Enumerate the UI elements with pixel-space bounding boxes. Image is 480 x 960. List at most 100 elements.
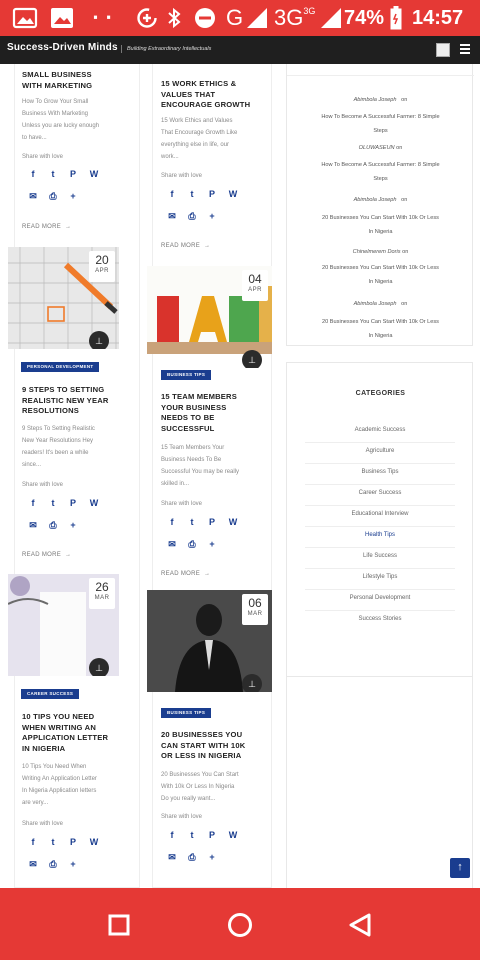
battery-percent: 74% — [344, 6, 385, 29]
email-icon[interactable]: ✉ — [165, 850, 179, 864]
post-image[interactable]: 06 MAR ⊥ — [147, 590, 272, 692]
pinterest-icon[interactable]: P — [205, 515, 219, 529]
comment-post-link[interactable]: How To Become A Successful Farmer: 8 Sim… — [287, 110, 474, 138]
category-badge[interactable]: BUSINESS TIPS — [161, 708, 212, 718]
print-icon[interactable]: ⎙ — [185, 537, 199, 551]
post-image[interactable]: 20 APR ⊥ — [8, 247, 119, 349]
share-icon[interactable]: + — [66, 189, 80, 203]
email-icon[interactable]: ✉ — [165, 209, 179, 223]
facebook-icon[interactable]: f — [165, 828, 179, 842]
post-date: 04 APR — [242, 270, 268, 301]
pin-icon[interactable]: ⊥ — [242, 350, 262, 368]
email-icon[interactable]: ✉ — [26, 189, 40, 203]
email-icon[interactable]: ✉ — [165, 537, 179, 551]
comment-post-link[interactable]: How To Become A Successful Farmer: 8 Sim… — [287, 158, 474, 186]
twitter-icon[interactable]: t — [46, 835, 60, 849]
share-icon[interactable]: + — [205, 537, 219, 551]
email-icon[interactable]: ✉ — [26, 857, 40, 871]
category-link[interactable]: Academic Success — [305, 422, 455, 443]
share-icon[interactable]: + — [205, 850, 219, 864]
twitter-icon[interactable]: t — [185, 187, 199, 201]
post-image[interactable]: 04 APR ⊥ — [147, 266, 272, 368]
image-icon[interactable] — [436, 43, 450, 57]
read-more-link[interactable]: READ MORE → — [161, 243, 210, 249]
category-link[interactable]: Agriculture — [305, 443, 455, 464]
post-image[interactable]: 26 MAR ⊥ — [8, 574, 119, 676]
clock: 14:57 — [412, 6, 464, 29]
comment-item: Abimbola Joseph on — [353, 97, 408, 103]
post-title[interactable]: 20 BUSINESSES YOU CAN START WITH 10K OR LE… — [161, 730, 272, 762]
site-title[interactable]: Success-Driven Minds — [7, 42, 118, 53]
share-icon[interactable]: + — [66, 857, 80, 871]
email-icon[interactable]: ✉ — [26, 518, 40, 532]
category-link-active[interactable]: Health Tips — [305, 527, 455, 548]
comment-post-link[interactable]: 20 Businesses You Can Start With 10k Or … — [287, 315, 474, 343]
pinterest-icon[interactable]: P — [205, 828, 219, 842]
print-icon[interactable]: ⎙ — [46, 518, 60, 532]
share-icon[interactable]: + — [205, 209, 219, 223]
facebook-icon[interactable]: f — [26, 167, 40, 181]
facebook-icon[interactable]: f — [165, 515, 179, 529]
print-icon[interactable]: ⎙ — [185, 209, 199, 223]
twitter-icon[interactable]: t — [46, 496, 60, 510]
comment-post-link[interactable]: 20 Businesses You Can Start With 10k Or … — [287, 211, 474, 239]
twitter-icon[interactable]: t — [185, 515, 199, 529]
category-link[interactable]: Life Success — [305, 548, 455, 569]
twitter-icon[interactable]: t — [46, 167, 60, 181]
pin-icon[interactable]: ⊥ — [89, 331, 109, 349]
whatsapp-icon[interactable]: W — [87, 835, 101, 849]
print-icon[interactable]: ⎙ — [185, 850, 199, 864]
post-title[interactable]: 10 TIPS YOU NEED WHEN WRITING AN APPLICATI… — [22, 712, 133, 754]
post-title[interactable]: 9 STEPS TO SETTING REALISTIC NEW YEAR RESO… — [22, 385, 133, 417]
category-link[interactable]: Success Stories — [305, 611, 455, 632]
category-badge[interactable]: BUSINESS TIPS — [161, 370, 212, 380]
print-icon[interactable]: ⎙ — [46, 857, 60, 871]
site-header: Success-Driven Minds Building Extraordin… — [0, 36, 480, 64]
comment-author[interactable]: Abimbola Joseph — [354, 97, 397, 103]
share-icon[interactable]: + — [66, 518, 80, 532]
post-title[interactable]: SMALL BUSINESS WITH MARKETING — [22, 70, 133, 91]
category-badge[interactable]: PERSONAL DEVELOPMENT — [21, 362, 100, 372]
pin-icon[interactable]: ⊥ — [89, 658, 109, 676]
comment-author[interactable]: Chinelmerem Doris — [353, 249, 401, 255]
menu-icon[interactable] — [460, 44, 470, 54]
read-more-link[interactable]: READ MORE → — [22, 224, 71, 230]
print-icon[interactable]: ⎙ — [46, 189, 60, 203]
comment-author[interactable]: Abimbola Joseph — [354, 301, 397, 307]
pinterest-icon[interactable]: P — [66, 835, 80, 849]
post-excerpt: 15 Team Members Your Business Needs To Be… — [161, 445, 240, 487]
read-more-link[interactable]: READ MORE → — [22, 552, 71, 558]
whatsapp-icon[interactable]: W — [87, 496, 101, 510]
whatsapp-icon[interactable]: W — [226, 515, 240, 529]
category-badge[interactable]: CAREER SUCCESS — [21, 689, 80, 699]
category-link[interactable]: Business Tips — [305, 464, 455, 485]
comment-author[interactable]: Abimbola Joseph — [354, 197, 397, 203]
pinterest-icon[interactable]: P — [205, 187, 219, 201]
facebook-icon[interactable]: f — [165, 187, 179, 201]
home-circle-icon[interactable] — [227, 912, 253, 943]
post-title[interactable]: 15 WORK ETHICS & VALUES THAT ENCOURAGE GRO… — [161, 79, 272, 111]
whatsapp-icon[interactable]: W — [226, 187, 240, 201]
bluetooth-icon — [166, 0, 182, 36]
read-more-link[interactable]: READ MORE → — [161, 571, 210, 577]
back-triangle-icon[interactable] — [347, 912, 373, 943]
comment-author[interactable]: OLUWASEUN — [359, 145, 395, 151]
recents-square-icon[interactable] — [108, 914, 130, 941]
whatsapp-icon[interactable]: W — [226, 828, 240, 842]
whatsapp-icon[interactable]: W — [87, 167, 101, 181]
category-link[interactable]: Personal Development — [305, 590, 455, 611]
signal-label: G — [226, 5, 244, 30]
pinterest-icon[interactable]: P — [66, 496, 80, 510]
post-title[interactable]: 15 TEAM MEMBERS YOUR BUSINESS NEEDS TO BE S… — [161, 392, 272, 434]
scroll-to-top-button[interactable]: ↑ — [450, 858, 470, 878]
category-link[interactable]: Career Success — [305, 485, 455, 506]
share-label: Share with love — [161, 814, 203, 820]
facebook-icon[interactable]: f — [26, 835, 40, 849]
facebook-icon[interactable]: f — [26, 496, 40, 510]
category-link[interactable]: Lifestyle Tips — [305, 569, 455, 590]
comment-post-link[interactable]: 20 Businesses You Can Start With 10k Or … — [287, 261, 474, 289]
twitter-icon[interactable]: t — [185, 828, 199, 842]
category-link[interactable]: Educational Interview — [305, 506, 455, 527]
pin-icon[interactable]: ⊥ — [242, 674, 262, 692]
pinterest-icon[interactable]: P — [66, 167, 80, 181]
